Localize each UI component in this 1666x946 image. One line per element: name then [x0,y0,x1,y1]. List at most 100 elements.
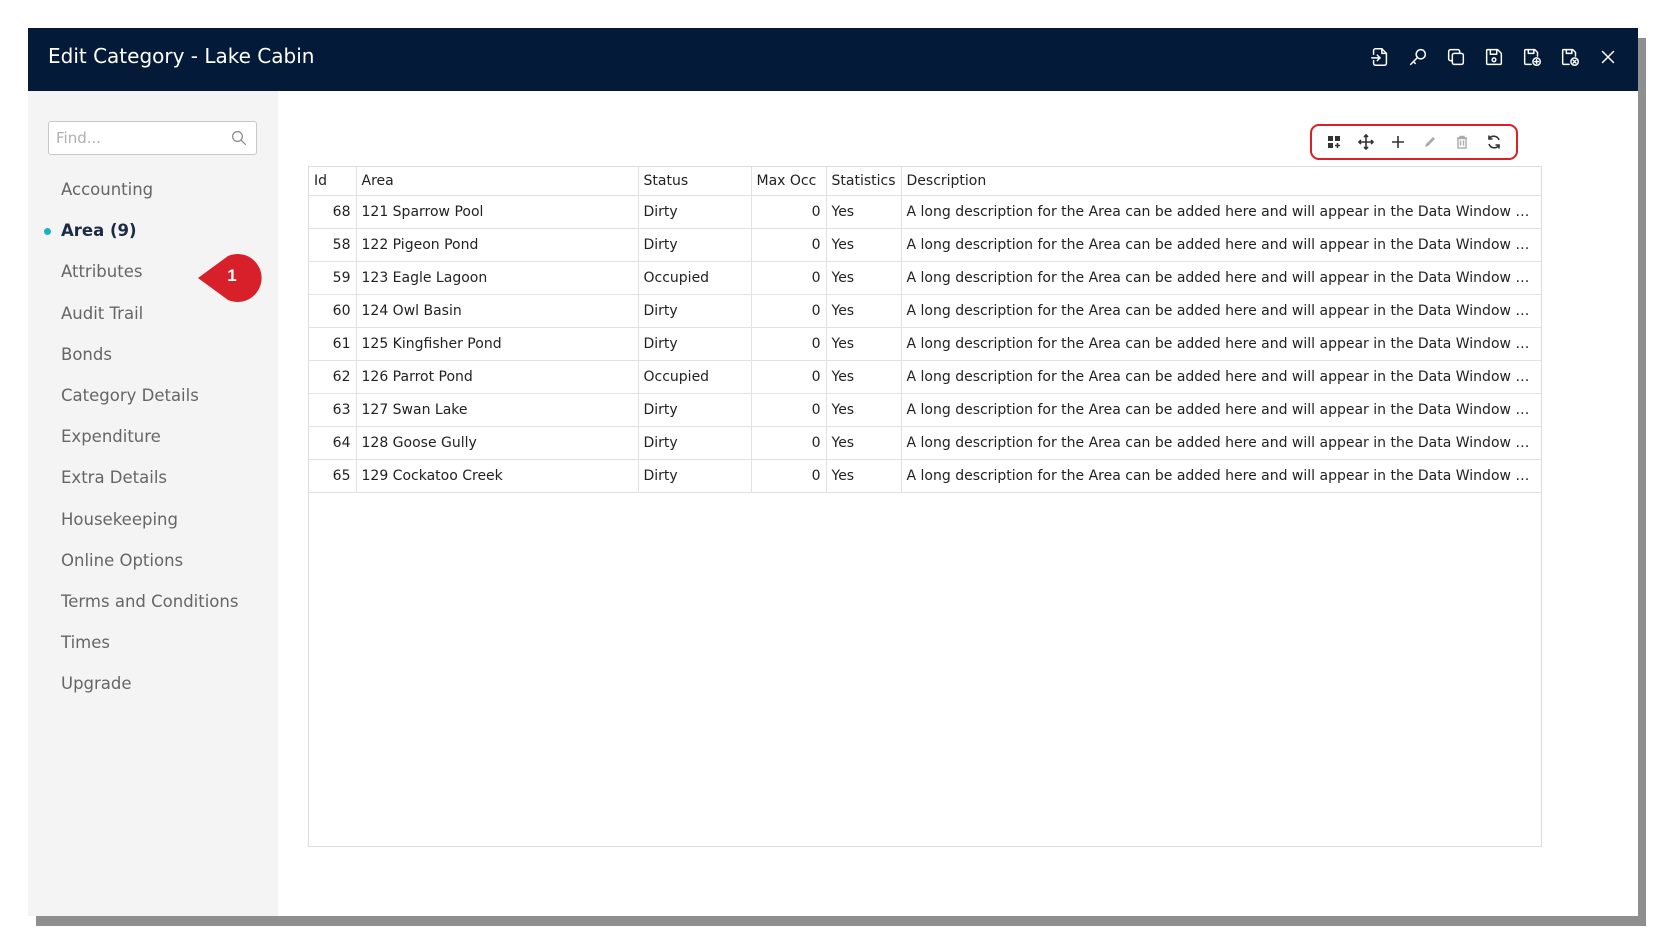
cell-statistics: Yes [826,459,902,493]
save-add-icon[interactable] [1520,45,1544,69]
active-indicator-dot [44,228,51,236]
move-icon[interactable] [1355,131,1377,153]
key-icon[interactable] [1406,45,1430,69]
column-header-max-occ[interactable]: Max Occ [751,167,827,196]
search-icon[interactable] [230,129,248,147]
edit-icon[interactable] [1419,131,1441,153]
cell-description: A long description for the Area can be a… [901,261,1541,295]
cell-status: Dirty [638,195,752,229]
column-header-description[interactable]: Description [901,167,1541,196]
close-icon[interactable] [1596,45,1620,69]
column-header-status[interactable]: Status [638,167,752,196]
cell-statistics: Yes [826,228,902,262]
dialog-title: Edit Category - Lake Cabin [48,44,315,68]
cell-statistics: Yes [826,327,902,361]
cell-max-occ: 0 [751,459,827,493]
sidebar-item-label: Area (9) [61,221,137,241]
cell-area: 125 Kingfisher Pond [356,327,639,361]
sidebar-item-area[interactable]: Area (9) [28,210,278,251]
table-row[interactable]: 64 128 Goose Gully Dirty 0 Yes A long de… [309,426,1541,460]
sidebar-item-category-details[interactable]: Category Details [28,375,278,416]
cell-id: 63 [309,393,357,427]
table-row[interactable]: 61 125 Kingfisher Pond Dirty 0 Yes A lon… [309,327,1541,361]
cell-area: 123 Eagle Lagoon [356,261,639,295]
step-callout-number: 1 [227,266,237,285]
table-row[interactable]: 63 127 Swan Lake Dirty 0 Yes A long desc… [309,393,1541,427]
table-header-row: Id Area Status Max Occ Statistics Descri… [309,167,1541,196]
grid-toolbar [1310,124,1518,160]
cell-max-occ: 0 [751,294,827,328]
find-box [48,121,257,155]
sidebar-item-terms-and-conditions[interactable]: Terms and Conditions [28,581,278,622]
cell-id: 64 [309,426,357,460]
cell-area: 124 Owl Basin [356,294,639,328]
cell-status: Dirty [638,327,752,361]
table-row[interactable]: 58 122 Pigeon Pond Dirty 0 Yes A long de… [309,228,1541,262]
save-close-icon[interactable] [1558,45,1582,69]
cell-description: A long description for the Area can be a… [901,228,1541,262]
cell-max-occ: 0 [751,261,827,295]
cell-statistics: Yes [826,195,902,229]
cell-description: A long description for the Area can be a… [901,360,1541,394]
cell-statistics: Yes [826,261,902,295]
cell-status: Dirty [638,459,752,493]
cell-max-occ: 0 [751,360,827,394]
table-row[interactable]: 65 129 Cockatoo Creek Dirty 0 Yes A long… [309,459,1541,493]
cell-area: 126 Parrot Pond [356,360,639,394]
cell-id: 58 [309,228,357,262]
column-header-area[interactable]: Area [356,167,639,196]
column-header-id[interactable]: Id [309,167,357,196]
sidebar-item-online-options[interactable]: Online Options [28,540,278,581]
cell-area: 129 Cockatoo Creek [356,459,639,493]
table-row[interactable]: 59 123 Eagle Lagoon Occupied 0 Yes A lon… [309,261,1541,295]
cell-id: 62 [309,360,357,394]
cell-area: 121 Sparrow Pool [356,195,639,229]
main-content: Id Area Status Max Occ Statistics Descri… [278,91,1638,916]
cell-description: A long description for the Area can be a… [901,426,1541,460]
cell-description: A long description for the Area can be a… [901,393,1541,427]
cell-id: 68 [309,195,357,229]
cell-description: A long description for the Area can be a… [901,459,1541,493]
cell-statistics: Yes [826,294,902,328]
cell-area: 122 Pigeon Pond [356,228,639,262]
cell-max-occ: 0 [751,393,827,427]
sidebar-item-times[interactable]: Times [28,622,278,663]
sidebar-item-bonds[interactable]: Bonds [28,334,278,375]
copy-icon[interactable] [1444,45,1468,69]
find-input[interactable] [54,122,228,154]
sidebar: Accounting Area (9) Attributes Audit Tra… [28,91,278,916]
sidebar-item-extra-details[interactable]: Extra Details [28,457,278,498]
edit-category-dialog: Edit Category - Lake Cabin Find... Accou… [28,28,1638,916]
column-header-statistics[interactable]: Statistics [826,167,902,196]
cell-status: Dirty [638,426,752,460]
save-icon[interactable] [1482,45,1506,69]
sidebar-item-accounting[interactable]: Accounting [28,169,278,210]
cell-status: Occupied [638,261,752,295]
table-row[interactable]: 62 126 Parrot Pond Occupied 0 Yes A long… [309,360,1541,394]
cell-id: 61 [309,327,357,361]
title-bar-actions [1368,45,1620,69]
cell-description: A long description for the Area can be a… [901,195,1541,229]
cell-id: 60 [309,294,357,328]
cell-id: 65 [309,459,357,493]
import-icon[interactable] [1368,45,1392,69]
table-row[interactable]: 60 124 Owl Basin Dirty 0 Yes A long desc… [309,294,1541,328]
cell-statistics: Yes [826,426,902,460]
cell-area: 128 Goose Gully [356,426,639,460]
table-row[interactable]: 68 121 Sparrow Pool Dirty 0 Yes A long d… [309,195,1541,229]
cell-description: A long description for the Area can be a… [901,294,1541,328]
cell-status: Dirty [638,393,752,427]
grid-icon[interactable] [1323,131,1345,153]
add-icon[interactable] [1387,131,1409,153]
refresh-icon[interactable] [1483,131,1505,153]
cell-max-occ: 0 [751,228,827,262]
area-table: Id Area Status Max Occ Statistics Descri… [309,167,1541,493]
delete-icon[interactable] [1451,131,1473,153]
cell-statistics: Yes [826,360,902,394]
sidebar-item-housekeeping[interactable]: Housekeeping [28,499,278,540]
cell-id: 59 [309,261,357,295]
sidebar-item-upgrade[interactable]: Upgrade [28,663,278,704]
cell-status: Dirty [638,294,752,328]
sidebar-item-expenditure[interactable]: Expenditure [28,416,278,457]
title-bar: Edit Category - Lake Cabin [28,28,1638,91]
